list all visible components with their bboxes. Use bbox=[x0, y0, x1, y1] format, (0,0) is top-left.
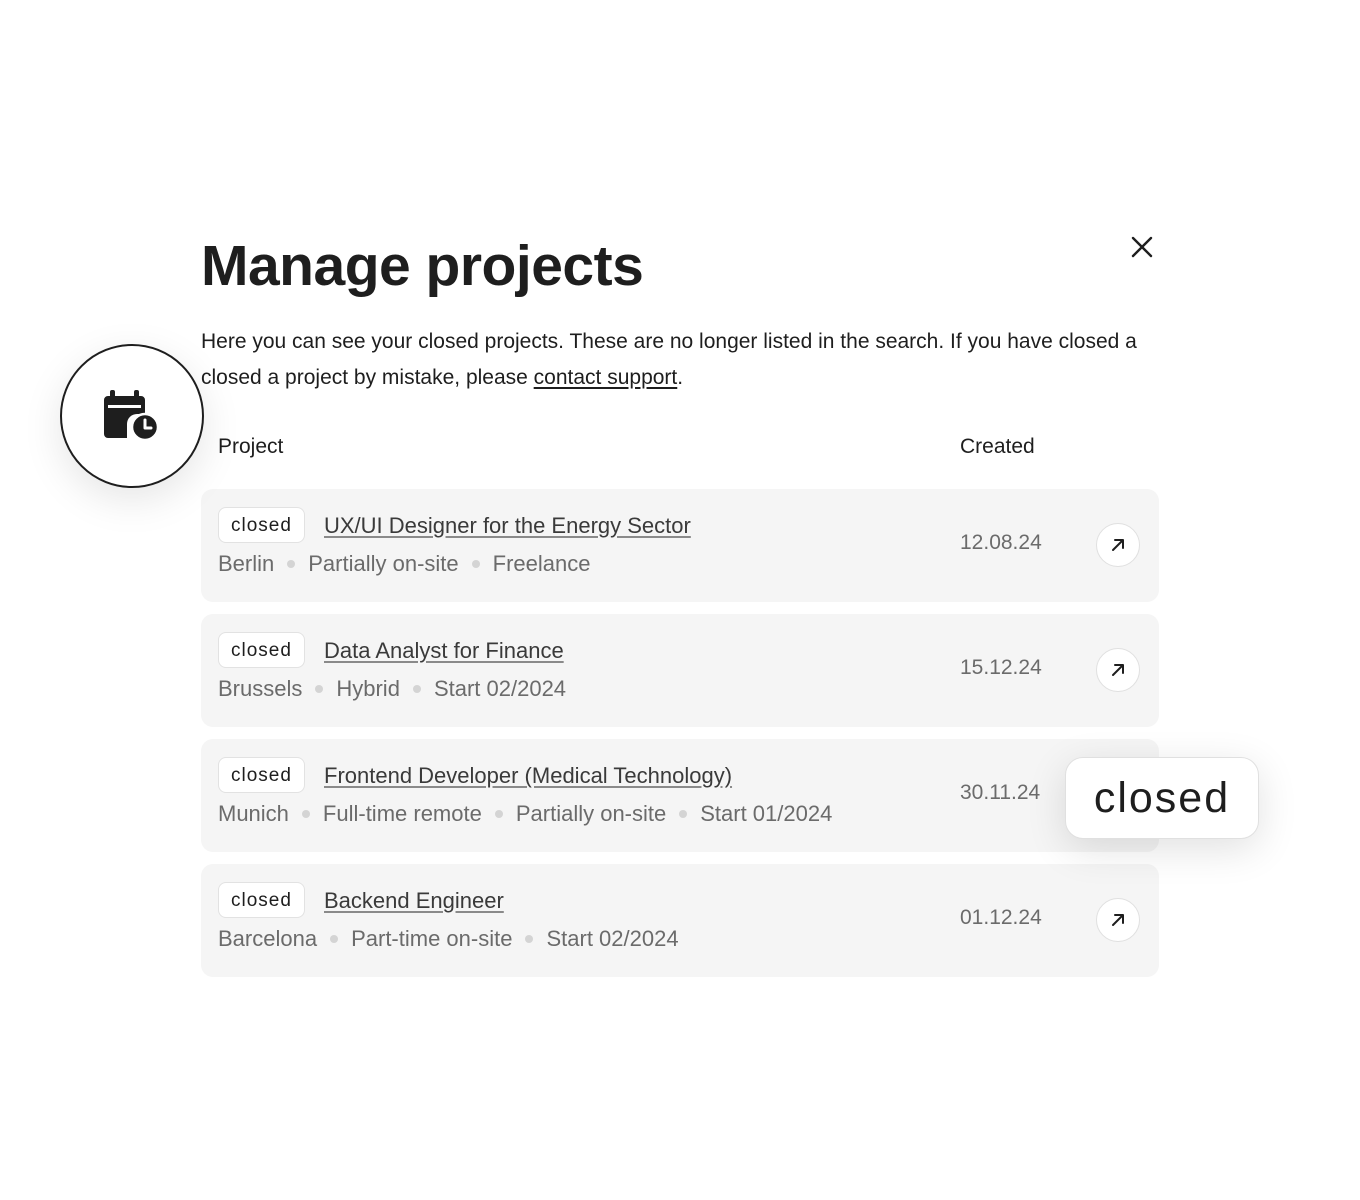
project-row: closed Frontend Developer (Medical Techn… bbox=[201, 739, 1159, 852]
created-date: 30.11.24 bbox=[960, 781, 1041, 804]
project-meta: Brussels Hybrid Start 02/2024 bbox=[218, 676, 566, 702]
table-header: Project Created bbox=[201, 433, 1159, 469]
project-title-link[interactable]: Data Analyst for Finance bbox=[324, 638, 564, 664]
arrow-up-right-icon bbox=[1112, 539, 1124, 551]
close-button[interactable] bbox=[1130, 235, 1154, 259]
meta-location: Munich bbox=[218, 801, 289, 826]
separator-dot bbox=[471, 560, 480, 568]
status-badge: closed bbox=[218, 757, 305, 793]
column-header-project: Project bbox=[218, 435, 284, 458]
project-title-link[interactable]: Frontend Developer (Medical Technology) bbox=[324, 763, 732, 789]
floating-status-tag: closed bbox=[1065, 757, 1259, 839]
projects-list: closed UX/UI Designer for the Energy Sec… bbox=[201, 489, 1159, 989]
project-meta: Berlin Partially on-site Freelance bbox=[218, 551, 590, 577]
created-date: 12.08.24 bbox=[960, 531, 1042, 554]
created-date: 15.12.24 bbox=[960, 656, 1042, 679]
separator-dot bbox=[287, 560, 296, 568]
project-title-link[interactable]: UX/UI Designer for the Energy Sector bbox=[324, 513, 691, 539]
column-header-created: Created bbox=[960, 435, 1035, 458]
created-date: 01.12.24 bbox=[960, 906, 1042, 929]
project-row: closed Backend Engineer Barcelona Part-t… bbox=[201, 864, 1159, 977]
close-icon bbox=[1131, 236, 1153, 258]
separator-dot bbox=[301, 810, 310, 818]
meta-location: Berlin bbox=[218, 551, 275, 576]
calendar-clock-icon bbox=[104, 390, 160, 442]
contact-support-link[interactable]: contact support bbox=[534, 366, 678, 389]
separator-dot bbox=[494, 810, 503, 818]
meta-item: Part-time on-site bbox=[351, 926, 513, 951]
arrow-up-right-icon bbox=[1112, 914, 1124, 926]
separator-dot bbox=[330, 935, 339, 943]
project-row: closed Data Analyst for Finance Brussels… bbox=[201, 614, 1159, 727]
meta-item: Hybrid bbox=[336, 676, 400, 701]
meta-item: Start 01/2024 bbox=[700, 801, 833, 826]
meta-item: Start 02/2024 bbox=[433, 676, 567, 701]
separator-dot bbox=[679, 810, 688, 818]
project-row: closed UX/UI Designer for the Energy Sec… bbox=[201, 489, 1159, 602]
meta-item: Freelance bbox=[492, 551, 591, 576]
status-badge: closed bbox=[218, 507, 305, 543]
separator-dot bbox=[412, 685, 421, 693]
project-meta: Munich Full-time remote Partially on-sit… bbox=[218, 801, 832, 827]
manage-projects-dialog: Manage projects Here you can see your cl… bbox=[201, 228, 1159, 977]
meta-item: Partially on-site bbox=[308, 551, 459, 576]
meta-item: Full-time remote bbox=[322, 801, 482, 826]
separator-dot bbox=[315, 685, 324, 693]
open-project-button[interactable] bbox=[1096, 898, 1140, 942]
open-project-button[interactable] bbox=[1096, 648, 1140, 692]
open-project-button[interactable] bbox=[1096, 523, 1140, 567]
page-title: Manage projects bbox=[201, 234, 644, 298]
project-title-link[interactable]: Backend Engineer bbox=[324, 888, 504, 914]
arrow-up-right-icon bbox=[1112, 664, 1124, 676]
meta-item: Start 02/2024 bbox=[546, 926, 679, 951]
intro-text: Here you can see your closed projects. T… bbox=[201, 330, 1137, 389]
calendar-badge bbox=[60, 344, 204, 488]
project-meta: Barcelona Part-time on-site Start 02/202… bbox=[218, 926, 679, 952]
meta-location: Barcelona bbox=[218, 926, 318, 951]
meta-location: Brussels bbox=[218, 676, 303, 701]
status-badge: closed bbox=[218, 882, 305, 918]
separator-dot bbox=[525, 935, 534, 943]
meta-item: Partially on-site bbox=[515, 801, 667, 826]
status-badge: closed bbox=[218, 632, 305, 668]
